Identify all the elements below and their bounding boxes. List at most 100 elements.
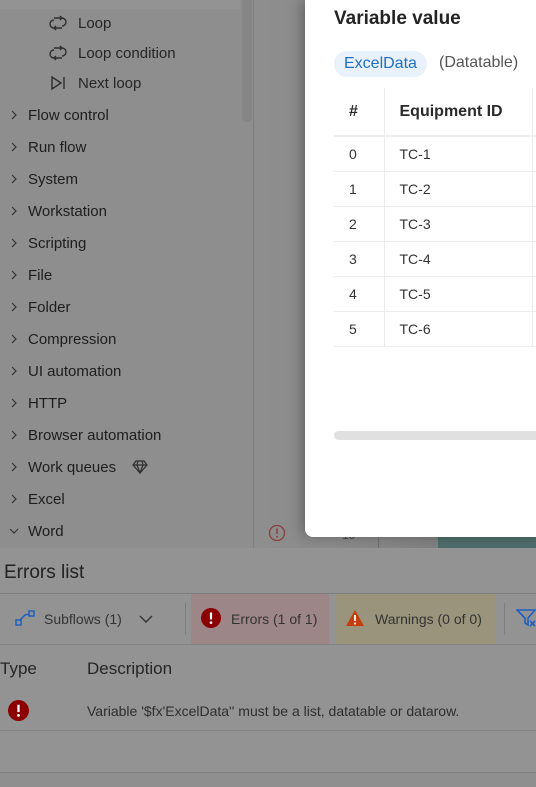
action-loop-condition[interactable]: Loop condition: [48, 38, 176, 68]
group-folder[interactable]: Folder: [0, 291, 240, 323]
chevron-right-icon: [0, 333, 28, 345]
error-row[interactable]: Variable '$fx'ExcelData'' must be a list…: [0, 691, 536, 731]
chevron-down-icon: [0, 526, 28, 536]
filter-clear-icon: [515, 608, 536, 631]
selected-action-block[interactable]: [438, 536, 536, 548]
cell-equipment-id: TC-5: [384, 276, 533, 312]
table-row: 4 TC-5: [334, 276, 536, 312]
action-label: Loop condition: [78, 44, 176, 62]
actions-scrollbar[interactable]: [242, 0, 252, 122]
horizontal-scrollbar[interactable]: [334, 431, 536, 440]
subflows-label: Subflows (1): [44, 611, 122, 627]
column-header-index[interactable]: #: [334, 88, 385, 137]
cell-next: [532, 136, 536, 172]
group-excel[interactable]: Excel: [0, 483, 240, 515]
row-index: 1: [334, 171, 385, 207]
cell-equipment-id: TC-4: [384, 241, 533, 277]
column-header-type[interactable]: Type: [0, 659, 37, 679]
action-loop[interactable]: Loop: [48, 8, 111, 38]
variable-type-label: (Datatable): [439, 54, 519, 71]
group-browser-automation[interactable]: Browser automation: [0, 419, 240, 451]
error-indicator-icon[interactable]: [268, 524, 286, 547]
chevron-right-icon: [0, 141, 28, 153]
chevron-right-icon: [0, 205, 28, 217]
warning-icon: [345, 609, 365, 630]
cell-equipment-id: TC-2: [384, 171, 533, 207]
group-workstation[interactable]: Workstation: [0, 195, 240, 227]
toolbar-divider: [185, 603, 186, 635]
cell-equipment-id: TC-6: [384, 311, 533, 347]
chevron-right-icon: [0, 173, 28, 185]
group-http[interactable]: HTTP: [0, 387, 240, 419]
group-word[interactable]: Word: [0, 515, 240, 547]
row-index: 5: [334, 311, 385, 347]
errors-filter-toggle[interactable]: Errors (1 of 1): [191, 594, 329, 644]
cell-next: [532, 241, 536, 277]
errors-list-title: Errors list: [4, 562, 85, 583]
subflow-icon: [14, 609, 36, 630]
chevron-right-icon: [0, 397, 28, 409]
cell-next: [532, 206, 536, 242]
row-index: 3: [334, 241, 385, 277]
loop-icon: [48, 13, 68, 33]
chevron-right-icon: [0, 237, 28, 249]
chevron-right-icon: [0, 365, 28, 377]
errors-count-label: Errors (1 of 1): [231, 611, 318, 627]
datatable-grid: # Equipment ID 0 TC-1 1 TC-2 2 TC-3 3 TC…: [334, 88, 536, 347]
group-label: Run flow: [28, 138, 87, 156]
column-header-next[interactable]: [532, 88, 536, 137]
selected-item-strip[interactable]: [0, 0, 240, 9]
action-next-loop[interactable]: Next loop: [48, 68, 141, 98]
cell-next: [532, 171, 536, 207]
cell-equipment-id: TC-3: [384, 206, 533, 242]
errors-toolbar: Subflows (1) Errors (1 of 1) Warnings (0…: [0, 594, 536, 644]
group-run-flow[interactable]: Run flow: [0, 131, 240, 163]
divider: [0, 644, 536, 645]
action-label: Loop: [78, 14, 112, 32]
group-ui-automation[interactable]: UI automation: [0, 355, 240, 387]
group-compression[interactable]: Compression: [0, 323, 240, 355]
column-header-description[interactable]: Description: [87, 659, 172, 679]
cell-next: [532, 276, 536, 312]
group-scripting[interactable]: Scripting: [0, 227, 240, 259]
premium-diamond-icon: [132, 460, 148, 474]
dialog-title: Variable value: [334, 8, 461, 29]
group-label: Work queues: [28, 458, 117, 476]
group-system[interactable]: System: [0, 163, 240, 195]
table-row: 0 TC-1: [334, 136, 536, 172]
subflows-dropdown[interactable]: Subflows (1): [14, 594, 154, 644]
group-label: Excel: [28, 490, 65, 508]
group-label: Compression: [28, 330, 117, 348]
errors-list-panel: Errors list Subflows (1) Errors (1 of 1)…: [0, 548, 536, 787]
chevron-right-icon: [0, 429, 28, 441]
group-label: Workstation: [28, 202, 107, 220]
toolbar-divider: [504, 603, 505, 635]
variable-value-dialog: Variable value ExcelData (Datatable) # E…: [305, 0, 536, 537]
row-index: 2: [334, 206, 385, 242]
table-row: 1 TC-2: [334, 171, 536, 207]
cell-equipment-id: TC-1: [384, 136, 533, 172]
actions-panel: Loop Loop condition Next loop Flow contr…: [0, 0, 254, 548]
cell-next: [532, 311, 536, 347]
group-label: HTTP: [28, 394, 68, 412]
row-index: 0: [334, 136, 385, 172]
loop-condition-icon: [48, 43, 68, 63]
error-icon: [201, 607, 221, 631]
group-label: File: [28, 266, 53, 284]
variable-name-chip: ExcelData: [334, 51, 427, 77]
status-bar: [0, 773, 536, 787]
row-index: 4: [334, 276, 385, 312]
table-row: 3 TC-4: [334, 241, 536, 277]
chevron-right-icon: [0, 301, 28, 313]
chevron-right-icon: [0, 269, 28, 281]
warnings-filter-toggle[interactable]: Warnings (0 of 0): [335, 594, 495, 644]
chevron-right-icon: [0, 109, 28, 121]
group-flow-control[interactable]: Flow control: [0, 99, 240, 131]
group-file[interactable]: File: [0, 259, 240, 291]
group-label: Folder: [28, 298, 71, 316]
column-header-equipment-id[interactable]: Equipment ID: [384, 88, 533, 137]
group-work-queues[interactable]: Work queues: [0, 451, 240, 483]
group-label: Browser automation: [28, 426, 162, 444]
chevron-right-icon: [0, 461, 28, 473]
clear-filter-button[interactable]: [515, 594, 536, 644]
